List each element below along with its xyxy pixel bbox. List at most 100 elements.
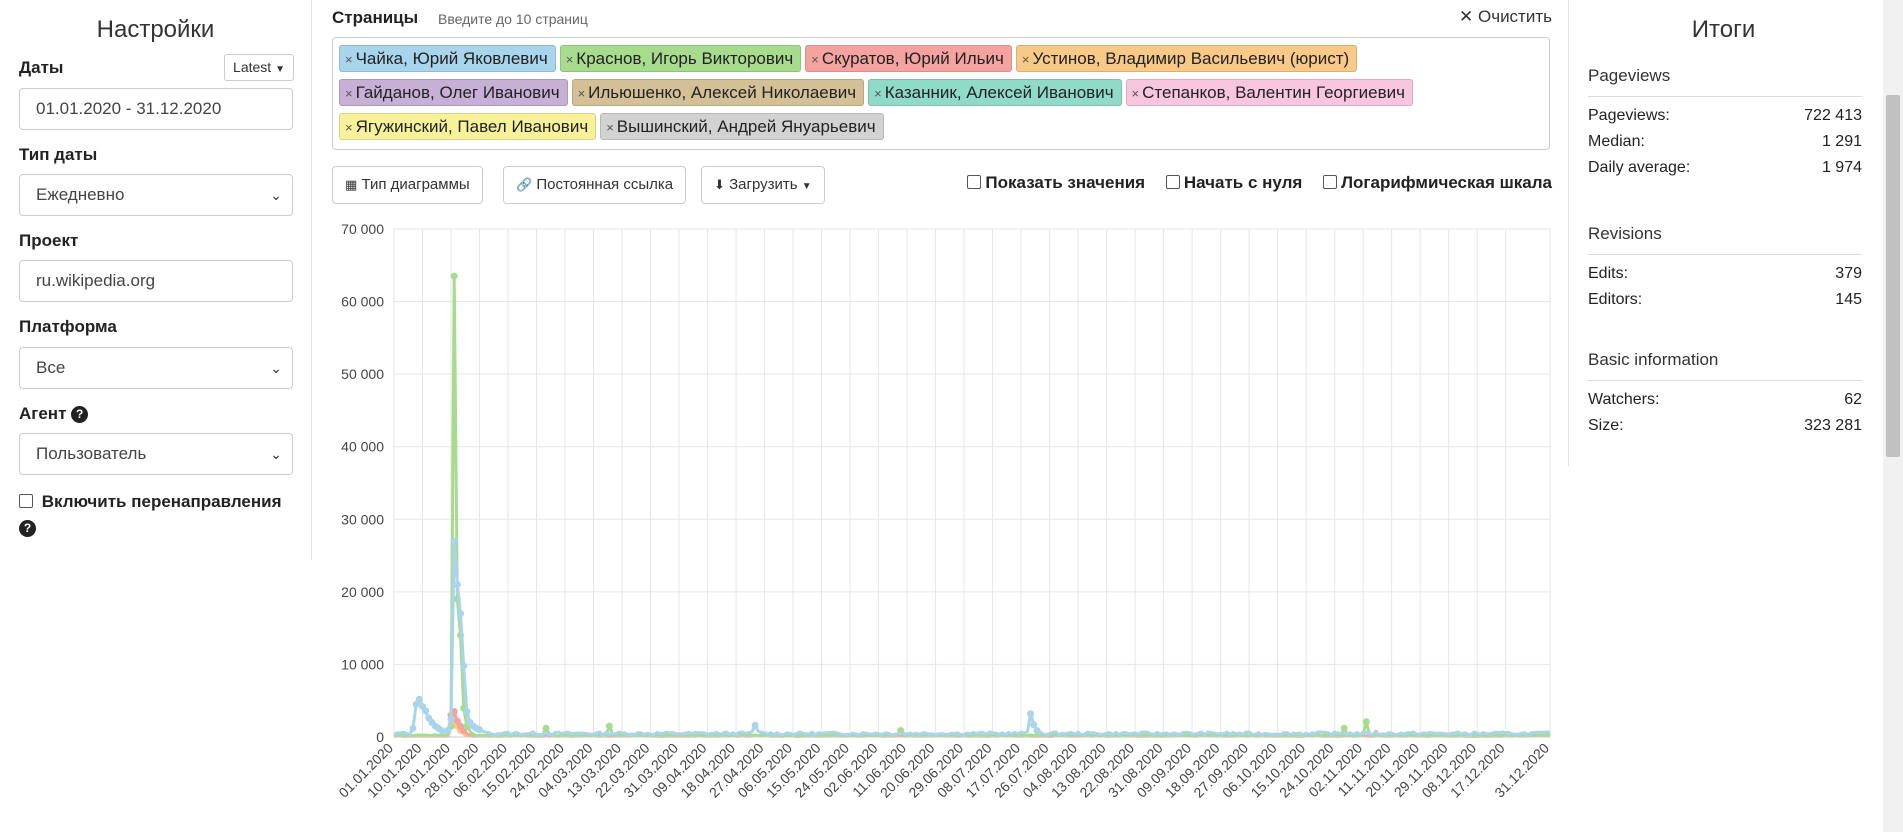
page-tag[interactable]: × Чайка, Юрий Яковлевич: [339, 45, 556, 72]
platform-select[interactable]: Все ⌄: [19, 347, 293, 389]
dates-input[interactable]: 01.01.2020 - 31.12.2020: [19, 88, 293, 130]
totals-title: Итоги: [1691, 16, 1756, 43]
download-button[interactable]: ⬇ Загрузить ▼: [701, 166, 825, 204]
totals-row: Pageviews: 722 413: [1588, 107, 1862, 125]
begin-zero-label: Начать с нуля: [1183, 173, 1303, 192]
latest-dropdown[interactable]: Latest ▼: [224, 54, 294, 81]
totals-key: Daily average:: [1588, 159, 1691, 176]
page-tag-label: Казанник, Алексей Иванович: [884, 83, 1114, 102]
page-tag[interactable]: × Краснов, Игорь Викторович: [559, 45, 802, 72]
page-tag-label: Гайданов, Олег Иванович: [355, 83, 560, 102]
totals-key: Edits:: [1588, 265, 1629, 282]
remove-tag-icon[interactable]: ×: [345, 86, 353, 101]
date-type-value: Ежедневно: [36, 185, 125, 204]
totals-row: Watchers: 62: [1588, 391, 1862, 409]
settings-title: Настройки: [96, 16, 215, 43]
series-line: [393, 539, 1551, 737]
data-point: [476, 726, 484, 734]
y-tick-label: 50 000: [341, 366, 384, 382]
revisions-section: Revisions Edits: 379 Editors: 145: [1588, 224, 1862, 309]
remove-tag-icon[interactable]: ×: [811, 52, 819, 67]
remove-tag-icon[interactable]: ×: [1132, 86, 1140, 101]
page-tag[interactable]: × Вышинский, Андрей Януарьевич: [600, 113, 884, 140]
page-tag[interactable]: × Гайданов, Олег Иванович: [339, 79, 568, 106]
pages-hint: Введите до 10 страниц: [438, 11, 588, 27]
remove-tag-icon[interactable]: ×: [345, 52, 353, 67]
totals-row: Median: 1 291: [1588, 133, 1862, 151]
page-tag-label: Чайка, Юрий Яковлевич: [355, 49, 548, 68]
clear-label: Очистить: [1477, 7, 1552, 26]
data-point: [453, 581, 461, 589]
data-point: [542, 724, 550, 732]
remove-tag-icon[interactable]: ×: [566, 52, 574, 67]
redirects-checkbox[interactable]: [19, 494, 33, 508]
pages-tag-input[interactable]: × Чайка, Юрий Яковлевич × Краснов, Игорь Ви…: [332, 37, 1550, 150]
page-tag[interactable]: × Степанков, Валентин Георгиевич: [1125, 79, 1413, 106]
permalink-button[interactable]: 🔗 Постоянная ссылка: [503, 166, 687, 204]
basic-info-heading: Basic information: [1588, 350, 1862, 381]
agent-label: Агент: [19, 404, 67, 423]
begin-zero-checkbox[interactable]: [1165, 175, 1180, 189]
totals-row: Daily average: 1 974: [1588, 159, 1862, 177]
platform-value: Все: [36, 358, 66, 377]
page-tag-label: Устинов, Владимир Васильевич (юрист): [1032, 49, 1350, 68]
y-tick-label: 60 000: [341, 294, 384, 310]
show-values-option[interactable]: Показать значения: [967, 173, 1145, 192]
totals-key: Size:: [1588, 417, 1624, 434]
scrollbar-thumb[interactable]: [1886, 95, 1900, 457]
log-scale-option[interactable]: Логарифмическая шкала: [1323, 173, 1552, 192]
remove-tag-icon[interactable]: ×: [606, 120, 614, 135]
caret-down-icon: ▼: [801, 181, 812, 192]
main-content: Страницы Введите до 10 страниц ✕ Очистит…: [332, 0, 1552, 832]
totals-value: 323 281: [1804, 417, 1862, 434]
remove-tag-icon[interactable]: ×: [345, 120, 353, 135]
data-point: [460, 662, 468, 670]
question-icon[interactable]: ?: [19, 520, 36, 538]
totals-value: 62: [1844, 391, 1862, 408]
page-tag[interactable]: × Казанник, Алексей Иванович: [868, 79, 1122, 106]
totals-row: Editors: 145: [1588, 291, 1862, 309]
chart-type-button[interactable]: ▦ Тип диаграммы: [332, 166, 483, 204]
caret-down-icon: ▼: [275, 64, 285, 75]
revisions-heading: Revisions: [1588, 224, 1862, 255]
data-point: [409, 724, 417, 732]
dates-label: Даты: [19, 58, 64, 77]
data-point: [415, 695, 423, 703]
y-tick-label: 10 000: [341, 656, 384, 672]
page-tag[interactable]: × Скуратов, Юрий Ильич: [805, 45, 1012, 72]
date-type-label: Тип даты: [19, 145, 98, 164]
clear-button[interactable]: ✕ Очистить: [1459, 7, 1552, 27]
data-point: [422, 707, 430, 715]
page-tag-label: Краснов, Игорь Викторович: [576, 49, 794, 68]
page-tag[interactable]: × Устинов, Владимир Васильевич (юрист): [1015, 45, 1358, 72]
redirects-row: Включить перенаправления: [19, 492, 282, 512]
show-values-checkbox[interactable]: [967, 175, 982, 189]
agent-select[interactable]: Пользователь ⌄: [19, 433, 293, 475]
date-type-select[interactable]: Ежедневно ⌄: [19, 174, 293, 216]
basic-info-section: Basic information Watchers: 62 Size: 323 28…: [1588, 350, 1862, 435]
question-icon[interactable]: ?: [71, 406, 89, 424]
data-point: [1340, 724, 1348, 732]
remove-tag-icon[interactable]: ×: [1022, 52, 1030, 67]
totals-key: Pageviews:: [1588, 107, 1670, 124]
totals-value: 722 413: [1804, 107, 1862, 124]
project-input[interactable]: ru.wikipedia.org: [19, 260, 293, 302]
show-values-label: Показать значения: [985, 173, 1146, 192]
begin-zero-option[interactable]: Начать с нуля: [1165, 173, 1303, 192]
permalink-label: Постоянная ссылка: [536, 176, 674, 193]
data-point: [447, 715, 455, 723]
pageviews-heading: Pageviews: [1588, 66, 1862, 97]
remove-tag-icon[interactable]: ×: [578, 86, 586, 101]
page-tag[interactable]: × Ягужинский, Павел Иванович: [339, 113, 597, 140]
pageviews-section: Pageviews Pageviews: 722 413 Median: 1 291 D…: [1588, 66, 1862, 177]
totals-value: 1 291: [1821, 133, 1862, 150]
data-point: [450, 537, 458, 545]
remove-tag-icon[interactable]: ×: [874, 86, 882, 101]
totals-panel: Итоги Pageviews Pageviews: 722 413 Median:…: [1568, 0, 1878, 466]
chevron-down-icon: ⌄: [270, 187, 282, 203]
page-tag[interactable]: × Ильюшенко, Алексей Николаевич: [571, 79, 865, 106]
totals-key: Editors:: [1588, 291, 1643, 308]
log-scale-checkbox[interactable]: [1323, 175, 1338, 189]
download-label: Загрузить: [729, 176, 798, 193]
scrollbar[interactable]: [1883, 0, 1903, 832]
